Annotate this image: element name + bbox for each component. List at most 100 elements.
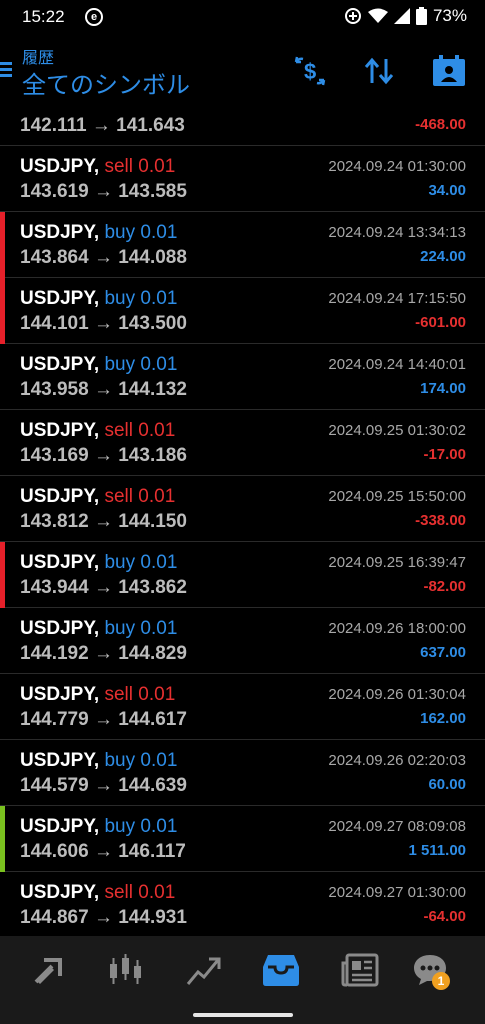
- trade-time: 2024.09.26 02:20:03: [328, 752, 466, 769]
- trade-profit: -64.00: [423, 908, 466, 925]
- trade-row[interactable]: USDJPY, sell 0.01 144.867 → 144.931 2024.0…: [0, 872, 485, 936]
- trade-row[interactable]: USDJPY, buy 0.01 143.958 → 144.132 2024.09…: [0, 344, 485, 410]
- trade-profit: 60.00: [428, 776, 466, 793]
- trade-time: 2024.09.24 01:30:00: [328, 158, 466, 175]
- trade-title: USDJPY, sell 0.01: [20, 156, 175, 178]
- trade-symbol: USDJPY,: [20, 486, 100, 507]
- history-list[interactable]: 142.111 → 141.643 -468.00 USDJPY, sell 0.0…: [0, 104, 485, 936]
- nav-history[interactable]: [261, 950, 301, 990]
- menu-icon[interactable]: [0, 62, 14, 78]
- trade-symbol: USDJPY,: [20, 156, 100, 177]
- trade-symbol: USDJPY,: [20, 816, 100, 837]
- trade-row[interactable]: USDJPY, buy 0.01 144.192 → 144.829 2024.09…: [0, 608, 485, 674]
- trade-symbol: USDJPY,: [20, 750, 100, 771]
- trade-lot: 0.01: [138, 684, 176, 705]
- trade-direction: buy: [104, 750, 136, 771]
- trade-time: 2024.09.25 16:39:47: [328, 554, 466, 571]
- nav-quotes[interactable]: [30, 950, 70, 990]
- trade-prices: 144.606 → 146.117: [20, 841, 186, 862]
- trade-title: USDJPY, sell 0.01: [20, 420, 175, 442]
- trade-profit: 162.00: [420, 710, 466, 727]
- trade-profit: -338.00: [415, 512, 466, 529]
- trade-symbol: USDJPY,: [20, 684, 100, 705]
- trade-row[interactable]: USDJPY, sell 0.01 143.619 → 143.585 2024.0…: [0, 146, 485, 212]
- history-icon: [263, 955, 299, 986]
- trade-direction: sell: [104, 882, 133, 903]
- trade-prices: 142.111 → 141.643: [20, 115, 185, 136]
- trade-row[interactable]: USDJPY, sell 0.01 143.169 → 143.186 2024.0…: [0, 410, 485, 476]
- trade-lot: 0.01: [140, 816, 178, 837]
- trade-time: 2024.09.27 01:30:00: [328, 884, 466, 901]
- trade-time: 2024.09.25 01:30:02: [328, 422, 466, 439]
- trade-time: 2024.09.26 01:30:04: [328, 686, 466, 703]
- trade-title: USDJPY, buy 0.01: [20, 288, 177, 310]
- dollar-exchange-icon: $: [294, 56, 326, 86]
- trade-title: USDJPY, buy 0.01: [20, 354, 177, 376]
- trade-row[interactable]: USDJPY, sell 0.01 143.812 → 144.150 2024.0…: [0, 476, 485, 542]
- trade-profit: -601.00: [415, 314, 466, 331]
- app-notification-icon: e: [85, 8, 103, 26]
- trade-prices: 143.958 → 144.132: [20, 379, 187, 400]
- trade-profit: 224.00: [420, 248, 466, 265]
- battery-icon: [415, 7, 427, 25]
- wifi-icon: [367, 8, 388, 23]
- trade-symbol: USDJPY,: [20, 288, 100, 309]
- signal-icon: [393, 8, 410, 24]
- trade-direction: sell: [104, 156, 133, 177]
- trade-profit: 1 511.00: [408, 842, 466, 859]
- status-icons: 73%: [344, 6, 467, 26]
- period-select-button[interactable]: [431, 54, 467, 88]
- battery-percent: 73%: [432, 6, 467, 25]
- trade-direction: sell: [104, 420, 133, 441]
- trade-time: 2024.09.27 08:09:08: [328, 818, 466, 835]
- trade-row[interactable]: USDJPY, buy 0.01 143.864 → 144.088 2024.09…: [0, 212, 485, 278]
- trade-time: 2024.09.25 15:50:00: [328, 488, 466, 505]
- trade-prices: 144.192 → 144.829: [20, 643, 187, 664]
- trade-direction: buy: [104, 288, 136, 309]
- trade-prices: 144.579 → 144.639: [20, 775, 187, 796]
- trade-title: USDJPY, sell 0.01: [20, 684, 175, 706]
- nav-news[interactable]: [340, 950, 380, 990]
- sort-arrows-icon: [364, 57, 394, 85]
- trade-profit: 34.00: [428, 182, 466, 199]
- home-indicator[interactable]: [193, 1013, 293, 1017]
- trade-lot: 0.01: [138, 882, 176, 903]
- sort-button[interactable]: [361, 54, 397, 88]
- trade-marker-bar: [0, 806, 5, 872]
- trade-symbol: USDJPY,: [20, 354, 100, 375]
- trade-title: USDJPY, sell 0.01: [20, 486, 175, 508]
- trade-prices: 143.864 → 144.088: [20, 247, 187, 268]
- trade-direction: buy: [104, 222, 136, 243]
- trade-time: 2024.09.26 18:00:00: [328, 620, 466, 637]
- trade-lot: 0.01: [138, 156, 176, 177]
- header-title[interactable]: 全てのシンボル: [22, 65, 190, 100]
- trade-symbol: USDJPY,: [20, 420, 100, 441]
- trade-row[interactable]: 142.111 → 141.643 -468.00: [0, 104, 485, 146]
- nav-trade[interactable]: [184, 950, 224, 990]
- trade-profit: -82.00: [423, 578, 466, 595]
- nav-chat[interactable]: 1: [410, 950, 450, 990]
- trade-profit: -468.00: [415, 116, 466, 133]
- balance-operations-button[interactable]: $: [292, 54, 328, 88]
- trade-time: 2024.09.24 17:15:50: [328, 290, 466, 307]
- trade-row[interactable]: USDJPY, buy 0.01 144.579 → 144.639 2024.09…: [0, 740, 485, 806]
- trade-title: USDJPY, buy 0.01: [20, 750, 177, 772]
- trade-row[interactable]: USDJPY, buy 0.01 144.101 → 143.500 2024.09…: [0, 278, 485, 344]
- trade-direction: buy: [104, 354, 136, 375]
- trade-row[interactable]: USDJPY, buy 0.01 144.606 → 146.117 2024.09…: [0, 806, 485, 872]
- trade-row[interactable]: USDJPY, buy 0.01 143.944 → 143.862 2024.09…: [0, 542, 485, 608]
- chart-icon: [110, 954, 141, 984]
- svg-text:$: $: [304, 59, 316, 84]
- trade-lot: 0.01: [138, 420, 176, 441]
- trade-prices: 143.169 → 143.186: [20, 445, 187, 466]
- trade-lot: 0.01: [140, 354, 178, 375]
- trade-lot: 0.01: [138, 486, 176, 507]
- trade-symbol: USDJPY,: [20, 552, 100, 573]
- gesture-bar: [0, 1004, 485, 1024]
- trade-prices: 144.867 → 144.931: [20, 907, 187, 928]
- trade-title: USDJPY, buy 0.01: [20, 816, 177, 838]
- status-bar: 15:22 e 73%: [0, 0, 485, 34]
- trade-lot: 0.01: [140, 552, 178, 573]
- trade-row[interactable]: USDJPY, sell 0.01 144.779 → 144.617 2024.0…: [0, 674, 485, 740]
- nav-chart[interactable]: [106, 950, 146, 990]
